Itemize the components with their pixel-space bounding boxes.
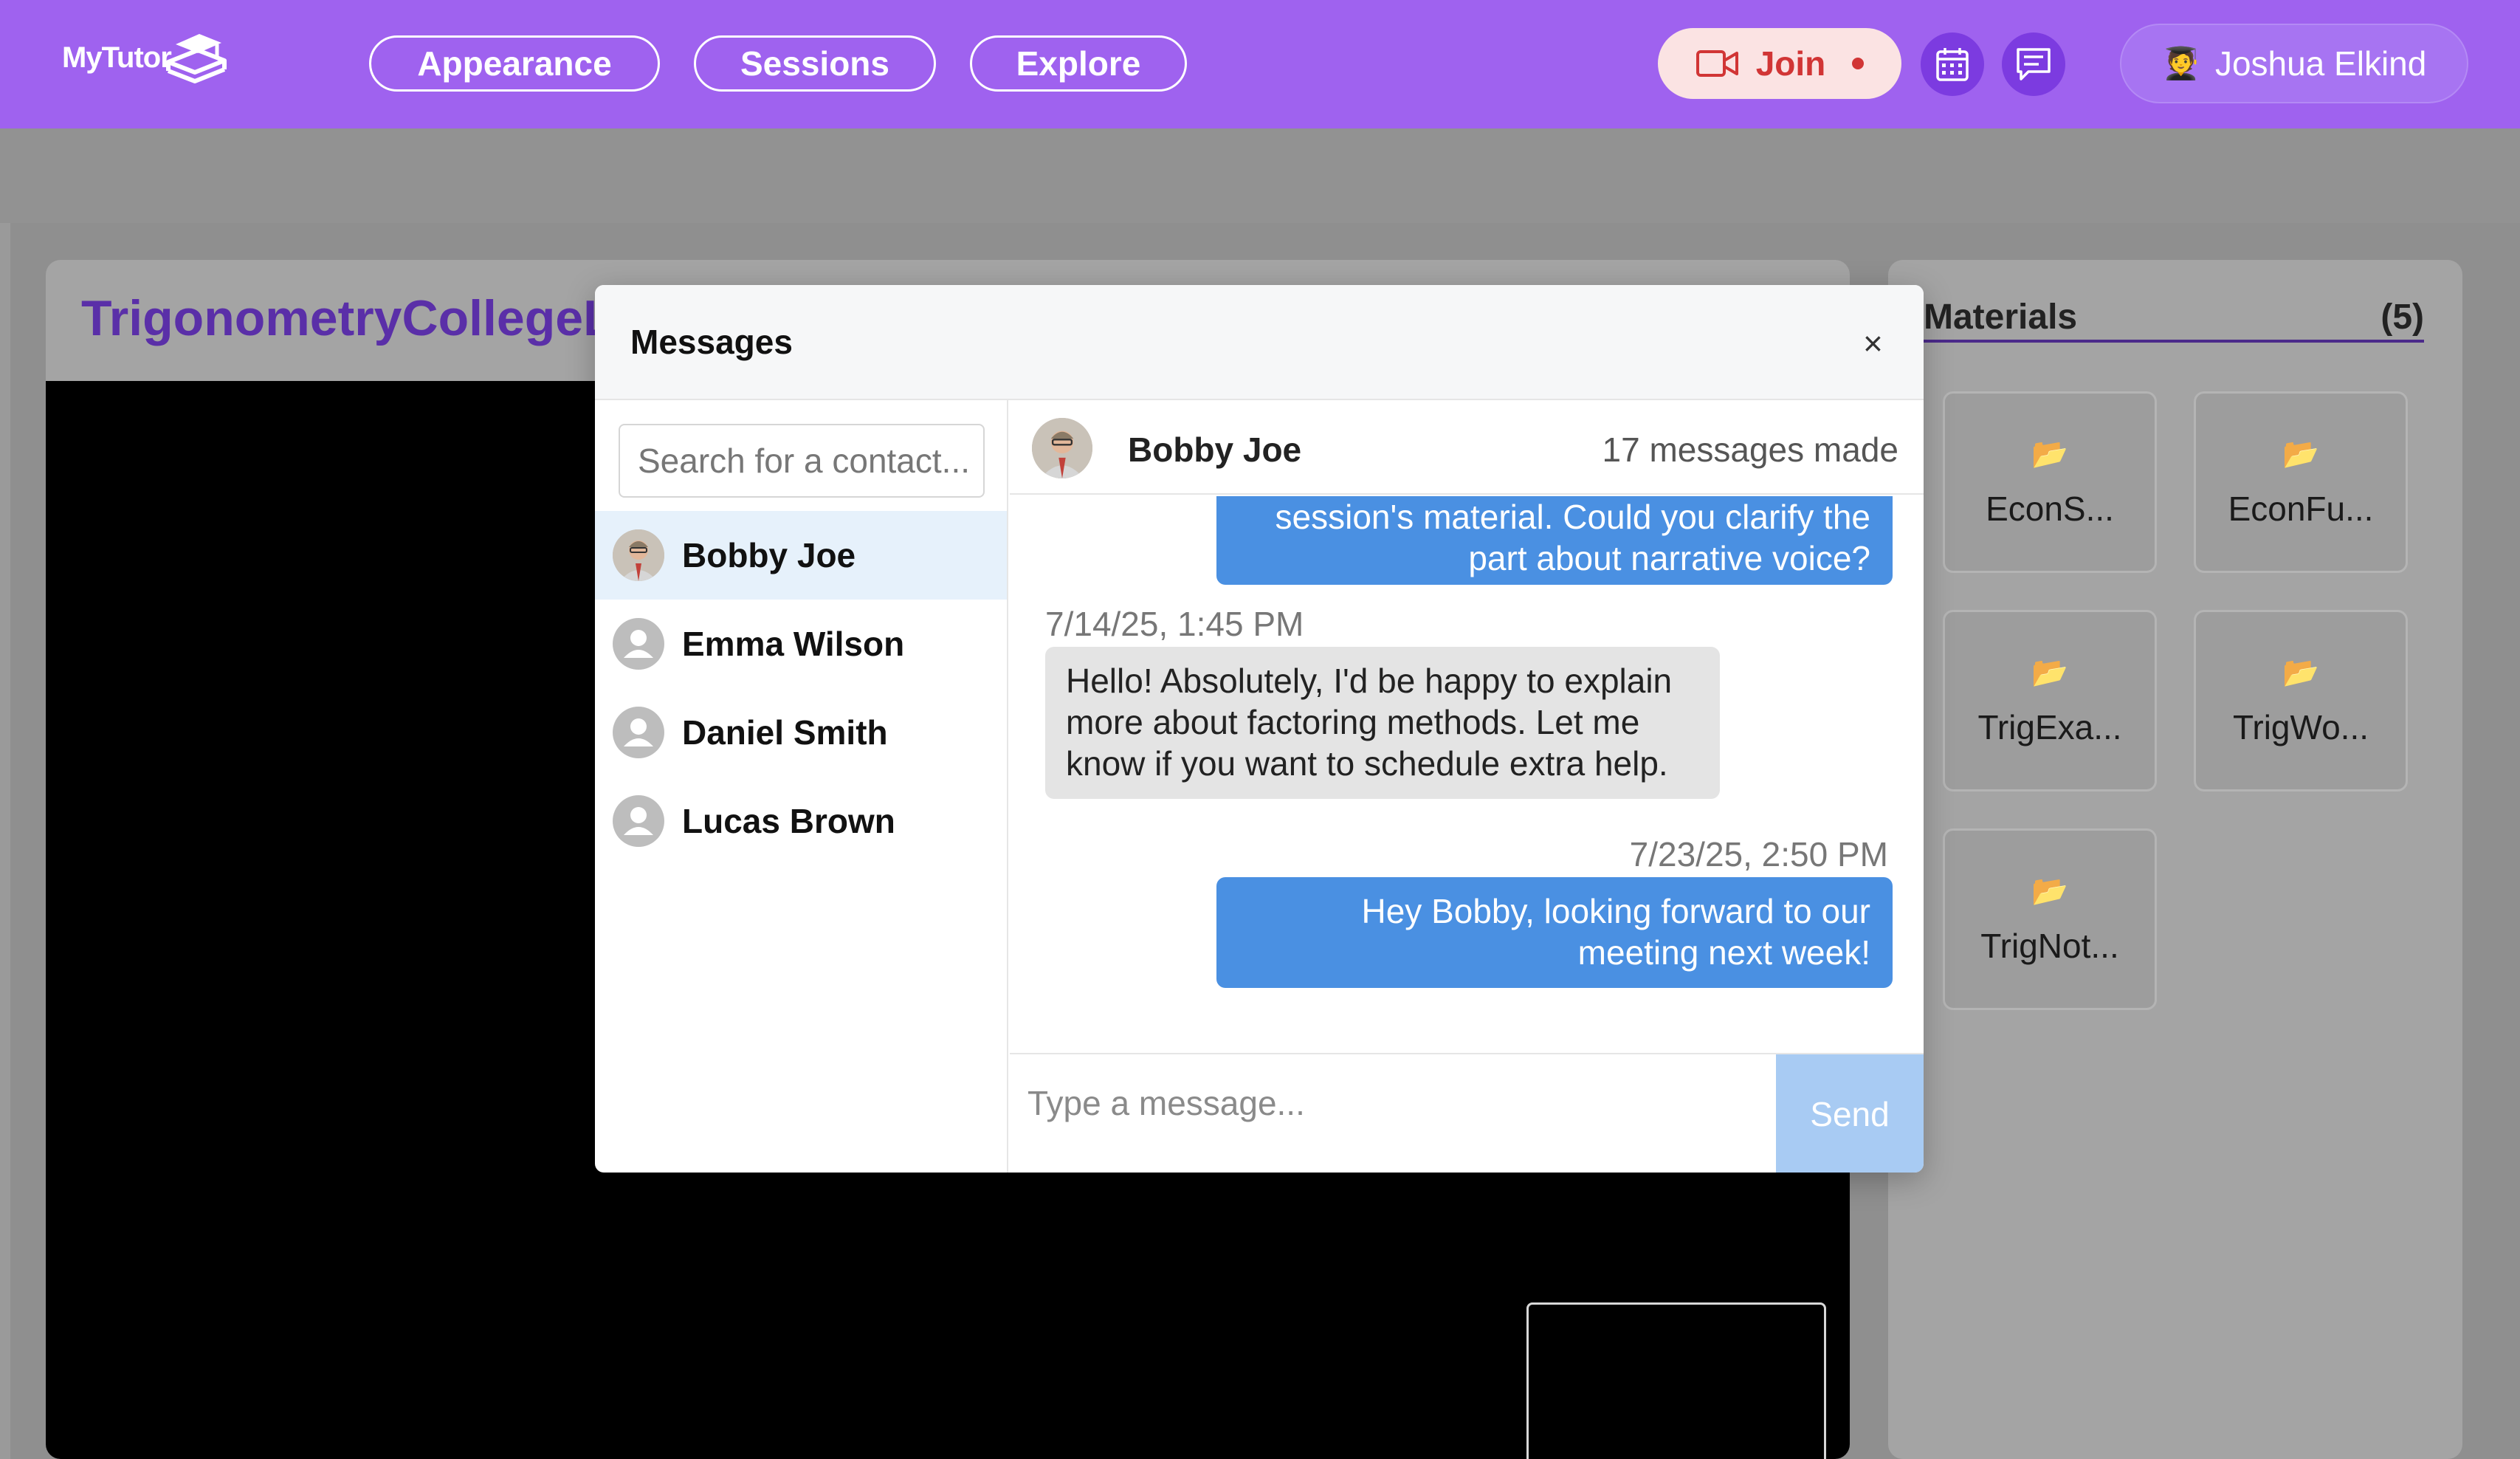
avatar xyxy=(613,529,664,581)
user-name: Joshua Elkind xyxy=(2214,44,2427,83)
brand-logo[interactable]: MyTutor xyxy=(62,28,229,87)
self-video-preview[interactable] xyxy=(1526,1302,1826,1459)
profile-photo-icon xyxy=(613,529,664,581)
chat-header: Bobby Joe 17 messages made xyxy=(1010,400,1924,495)
calendar-button[interactable] xyxy=(1921,32,1984,96)
join-label: Join xyxy=(1755,44,1826,83)
message-line: more about factoring methods. Let me xyxy=(1066,703,1640,741)
brand-name: MyTutor xyxy=(62,41,172,74)
material-name: TrigExa... xyxy=(1977,707,2122,746)
avatar xyxy=(613,795,664,847)
material-name: EconS... xyxy=(1986,489,2114,528)
avatar xyxy=(613,618,664,670)
message-bubble-incoming: Hello! Absolutely, I'd be happy to expla… xyxy=(1045,647,1720,799)
message-input[interactable] xyxy=(1010,1054,1776,1173)
material-name: EconFu... xyxy=(2228,489,2374,528)
contact-name: Lucas Brown xyxy=(682,802,895,840)
profile-photo-icon xyxy=(1032,418,1092,478)
compose-bar: Send xyxy=(1010,1053,1924,1173)
nav-appearance[interactable]: Appearance xyxy=(369,35,660,92)
folder-icon: 📂 xyxy=(2031,874,2068,907)
message-timestamp: 7/14/25, 1:45 PM xyxy=(1045,605,1304,643)
folder-icon: 📂 xyxy=(2282,656,2319,689)
material-tile[interactable]: 📂 TrigWo... xyxy=(2194,610,2408,792)
person-icon xyxy=(624,630,653,658)
modal-title: Messages xyxy=(630,323,793,361)
send-button[interactable]: Send xyxy=(1776,1054,1924,1173)
message-count: 17 messages made xyxy=(1602,430,1898,469)
material-name: TrigWo... xyxy=(2232,707,2369,746)
avatar xyxy=(613,707,664,758)
contact-item-lucas-brown[interactable]: Lucas Brown xyxy=(595,777,1007,865)
messages-modal: Messages × Bobby Joe Emma Wilson xyxy=(595,285,1924,1173)
modal-header: Messages × xyxy=(595,285,1924,400)
message-line: session's material. Could you clarify th… xyxy=(1275,498,1870,536)
page-subheader xyxy=(0,128,2520,223)
live-indicator-dot xyxy=(1852,58,1865,69)
nav-label: Sessions xyxy=(740,44,889,83)
message-line: part about narrative voice? xyxy=(1468,539,1870,577)
message-line: meeting next week! xyxy=(1577,933,1870,972)
contact-name: Emma Wilson xyxy=(682,625,905,663)
contact-name: Bobby Joe xyxy=(682,536,856,574)
calendar-icon xyxy=(1936,48,1969,81)
materials-header: Materials (5) xyxy=(1924,294,2424,343)
message-timestamp: 7/23/25, 2:50 PM xyxy=(1629,835,1888,873)
avatar xyxy=(1032,418,1092,478)
nav-label: Explore xyxy=(1016,44,1141,83)
messages-button[interactable] xyxy=(2002,32,2065,96)
folder-icon: 📂 xyxy=(2031,656,2068,689)
message-line: Hey Bobby, looking forward to our xyxy=(1361,892,1870,930)
material-name: TrigNot... xyxy=(1980,926,2119,965)
nav-label: Appearance xyxy=(417,44,612,83)
message-bubble-outgoing: session's material. Could you clarify th… xyxy=(1216,496,1893,585)
books-icon xyxy=(165,34,227,83)
top-navbar: MyTutor Appearance Sessions Explore Join xyxy=(0,0,2520,128)
material-tile[interactable]: 📂 EconS... xyxy=(1943,391,2157,573)
chat-contact-name: Bobby Joe xyxy=(1128,430,1302,469)
join-session-button[interactable]: Join xyxy=(1658,28,1901,99)
material-tile[interactable]: 📂 TrigExa... xyxy=(1943,610,2157,792)
contact-item-emma-wilson[interactable]: Emma Wilson xyxy=(595,600,1007,688)
material-tile[interactable]: 📂 TrigNot... xyxy=(1943,828,2157,1010)
contact-item-daniel-smith[interactable]: Daniel Smith xyxy=(595,688,1007,777)
message-line: know if you want to schedule extra help. xyxy=(1066,744,1668,783)
contacts-pane: Bobby Joe Emma Wilson Daniel Smith Lucas… xyxy=(595,400,1008,1173)
message-line: Hello! Absolutely, I'd be happy to expla… xyxy=(1066,662,1673,700)
graduate-icon: 🧑‍🎓 xyxy=(2161,45,2200,80)
contact-search-input[interactable] xyxy=(619,424,985,498)
contact-name: Daniel Smith xyxy=(682,713,888,752)
chat-icon xyxy=(2017,48,2051,80)
nav-explore[interactable]: Explore xyxy=(970,35,1187,92)
material-tile[interactable]: 📂 EconFu... xyxy=(2194,391,2408,573)
person-icon xyxy=(624,718,653,746)
materials-title: Materials xyxy=(1924,297,2078,337)
materials-count: (5) xyxy=(2380,297,2424,337)
message-bubble-outgoing: Hey Bobby, looking forward to our meetin… xyxy=(1216,877,1893,988)
user-menu-button[interactable]: 🧑‍🎓 Joshua Elkind xyxy=(2120,24,2468,103)
person-icon xyxy=(624,807,653,835)
course-title: TrigonometryCollegeL xyxy=(81,290,614,346)
contact-item-bobby-joe[interactable]: Bobby Joe xyxy=(595,511,1007,600)
close-icon[interactable]: × xyxy=(1863,326,1883,360)
video-camera-icon xyxy=(1696,50,1738,77)
nav-sessions[interactable]: Sessions xyxy=(694,35,936,92)
message-thread[interactable]: session's material. Could you clarify th… xyxy=(1010,496,1924,1043)
folder-icon: 📂 xyxy=(2031,437,2068,470)
folder-icon: 📂 xyxy=(2282,437,2319,470)
